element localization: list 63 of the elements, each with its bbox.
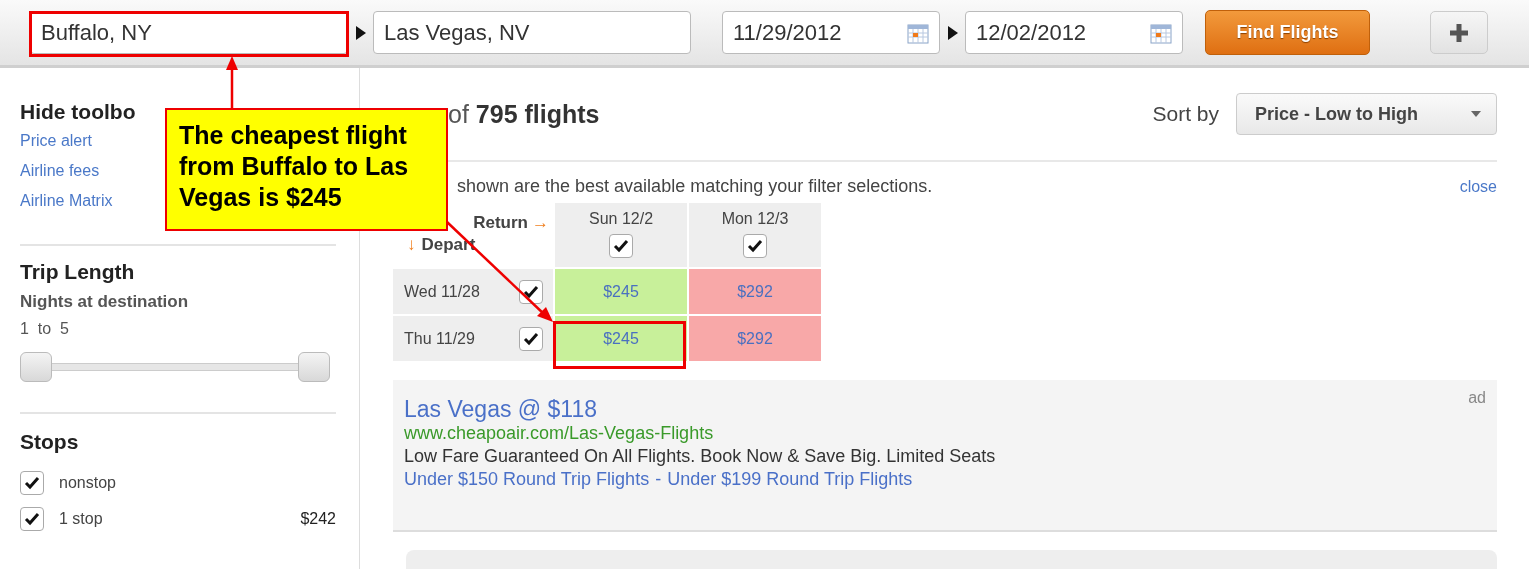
date-field[interactable]: 12/02/2012	[965, 11, 1183, 54]
results-count: of	[448, 99, 469, 129]
option-label: 1 stop	[59, 510, 104, 528]
checkbox[interactable]	[20, 471, 44, 495]
checkbox[interactable]	[519, 326, 543, 351]
checkbox[interactable]	[519, 279, 543, 304]
slider-caption: Nights at destination	[20, 292, 189, 312]
price-cell[interactable]: $292	[689, 269, 821, 314]
triangle-icon	[356, 25, 366, 40]
row-label: Thu 11/29	[404, 329, 475, 348]
separator-text: -	[655, 469, 662, 490]
add-button[interactable]	[1430, 11, 1488, 54]
destination-field[interactable]: Las Vegas, NV	[373, 11, 691, 54]
column-label: Sun 12/2	[588, 210, 654, 228]
checkbox[interactable]	[743, 234, 767, 258]
ad-link[interactable]: Under $199 Round Trip Flights	[667, 469, 913, 490]
find-flights-button[interactable]: Find Flights	[1205, 10, 1370, 55]
arrow-glyph: ↓	[407, 235, 416, 255]
check-icon	[523, 283, 539, 300]
price-cell[interactable]: $245	[555, 316, 687, 361]
slider-handle[interactable]	[20, 352, 52, 382]
sort-dropdown[interactable]: Price - Low to High	[1236, 93, 1497, 135]
sidebar-link[interactable]: Airline Matrix	[20, 192, 113, 210]
close-link[interactable]: close	[1459, 177, 1497, 196]
check-icon	[747, 238, 763, 254]
hide-toolbox-link[interactable]: Hide toolbo	[20, 100, 136, 124]
return-label: Return	[473, 213, 528, 233]
origin-field[interactable]: Buffalo, NY	[30, 11, 348, 54]
option-label: nonstop	[59, 474, 117, 492]
plus-icon	[1449, 22, 1469, 43]
notice-text: shown are the best available matching your filter selections.	[457, 176, 933, 197]
caret-icon	[1471, 111, 1481, 117]
ad-link[interactable]: Under $150 Round Trip Flights	[404, 469, 650, 490]
range-value: 1 to 5	[20, 320, 69, 338]
sort-label: Sort by	[1152, 102, 1219, 126]
callout-arrow	[226, 56, 238, 108]
sidebar-link[interactable]: Airline fees	[20, 162, 100, 180]
ad-title-link[interactable]: Las Vegas @ $118	[404, 396, 597, 423]
date-field[interactable]: 11/29/2012	[722, 11, 940, 54]
calendar-icon[interactable]	[907, 21, 929, 44]
column-label: Mon 12/3	[721, 210, 789, 228]
section-title: Trip Length	[20, 260, 135, 284]
checkbox[interactable]	[609, 234, 633, 258]
triangle-icon	[948, 25, 958, 40]
ad-description: Low Fare Guaranteed On All Flights. Book Now & Save Big. Limited Seats	[404, 446, 996, 467]
slider-handle[interactable]	[298, 352, 330, 382]
callout-text: The cheapest flight from Buffalo to Las Vegas is $245	[165, 108, 448, 231]
check-icon	[24, 475, 40, 491]
check-icon	[24, 511, 40, 527]
option-price: $242	[300, 510, 336, 528]
arrow-glyph: →	[532, 213, 549, 233]
ad-label: ad	[1468, 389, 1486, 407]
sidebar-link[interactable]: Price alert	[20, 132, 93, 150]
row-label: Wed 11/28	[404, 282, 480, 301]
calendar-icon[interactable]	[1150, 21, 1172, 44]
ad-url: www.cheapoair.com/Las-Vegas-Flights	[404, 423, 714, 444]
price-cell[interactable]: $245	[555, 269, 687, 314]
results-total: 795 flights	[475, 99, 600, 129]
checkbox[interactable]	[20, 507, 44, 531]
price-cell[interactable]: $292	[689, 316, 821, 361]
check-icon	[613, 238, 629, 254]
check-icon	[523, 330, 539, 347]
section-title: Stops	[20, 430, 79, 454]
